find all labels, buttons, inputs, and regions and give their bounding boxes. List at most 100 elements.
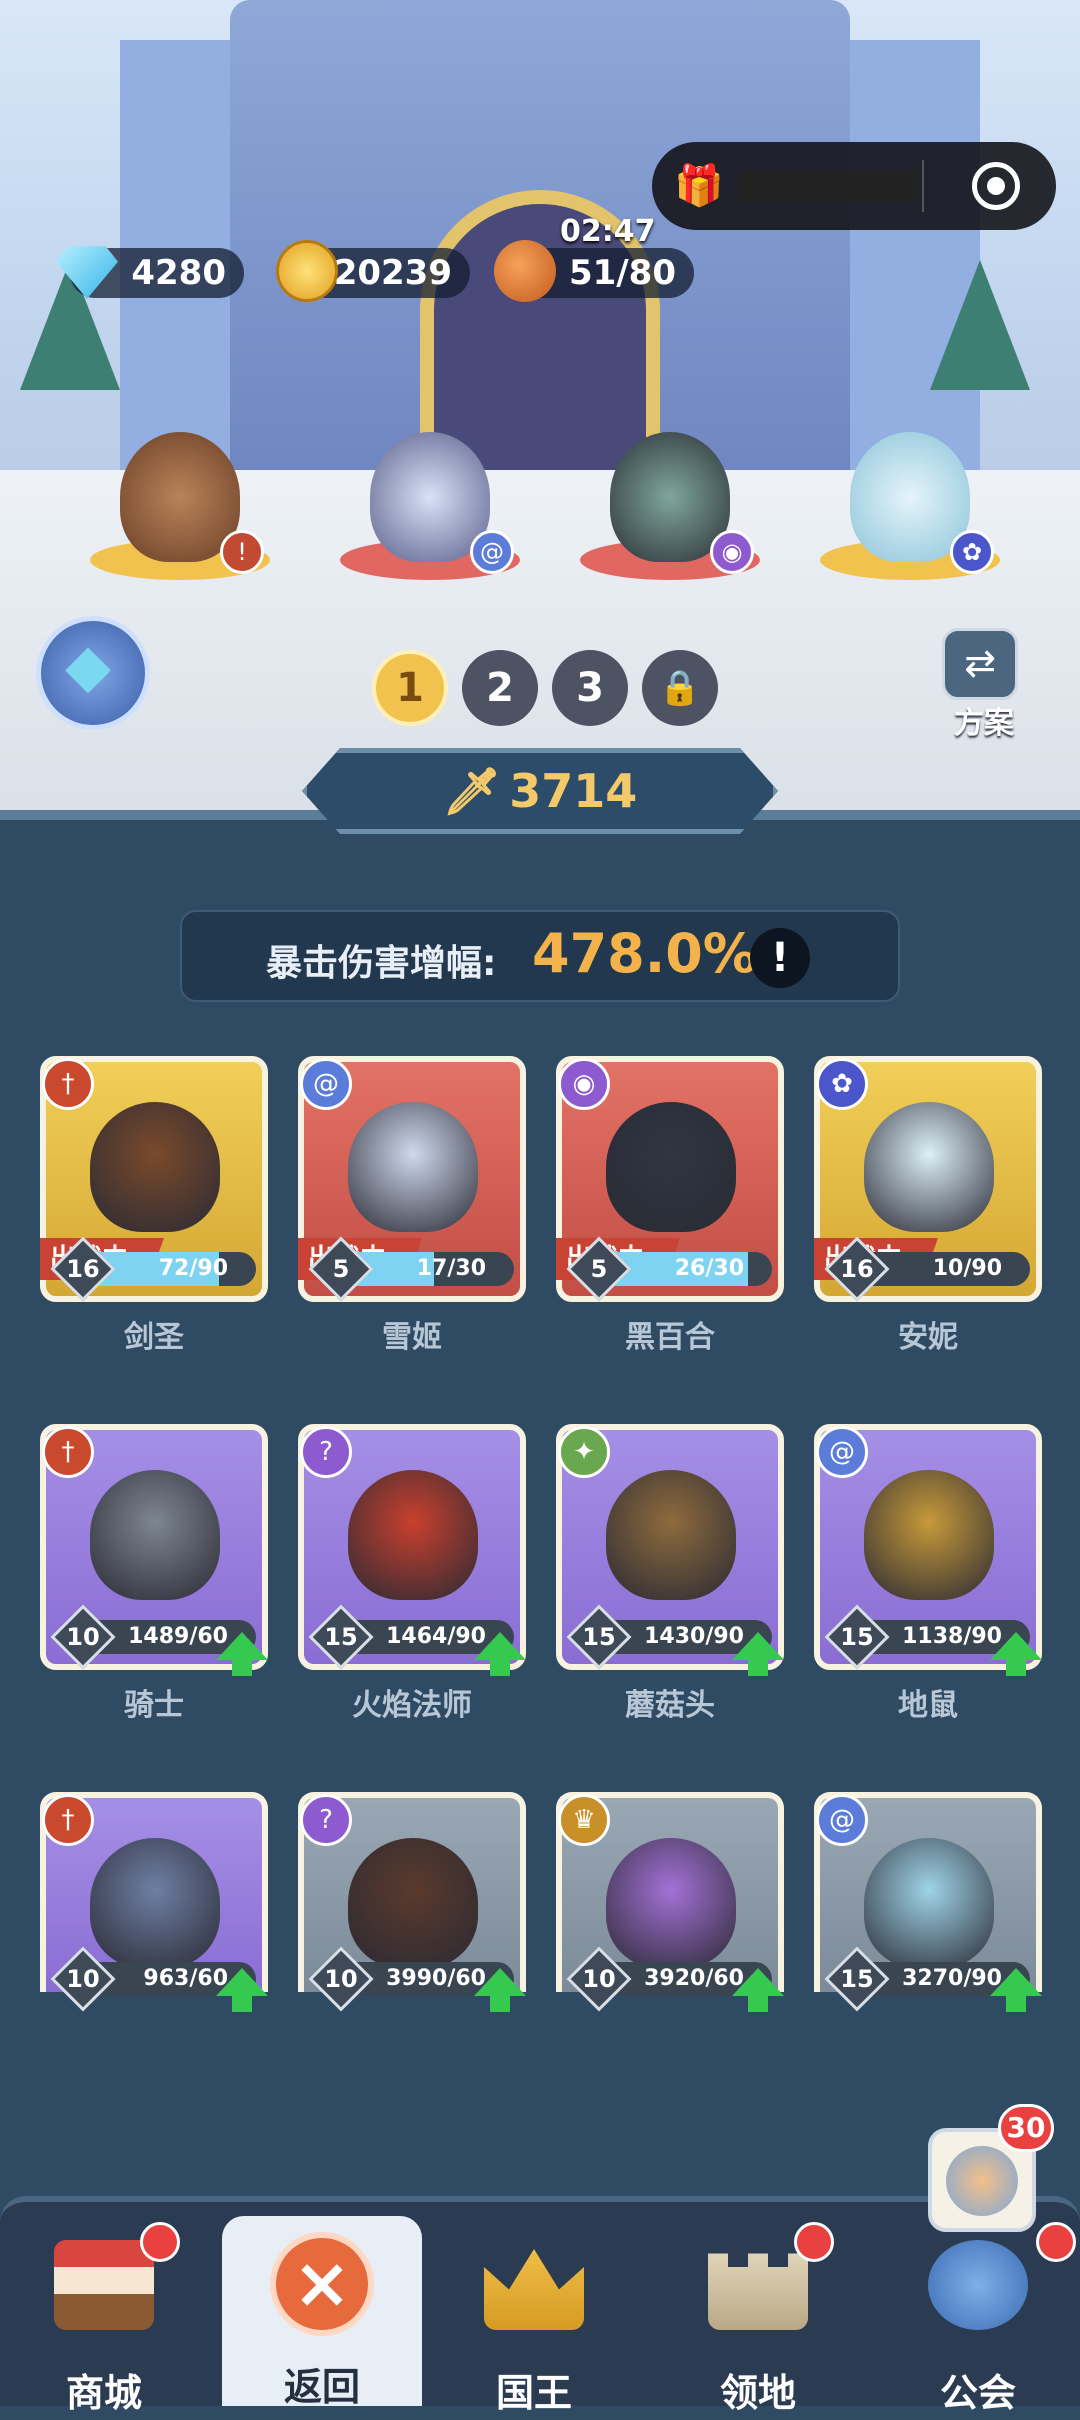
upgrade-arrow-icon <box>216 1632 268 1676</box>
shard-progress-text: 1489/60 <box>128 1624 228 1649</box>
hero-card[interactable]: ◉出战中26/305 <box>556 1056 784 1302</box>
crit-value: 478.0% <box>532 922 757 985</box>
nav-shop-label: 商城 <box>65 2371 142 2415</box>
hero-name: 黑百合 <box>625 1320 715 1355</box>
hero-portrait <box>864 1102 994 1232</box>
coin-icon <box>276 240 338 302</box>
hero-name: 火焰法师 <box>352 1688 472 1723</box>
hero-card[interactable]: † 1489/60 10 <box>40 1424 268 1676</box>
upgrade-arrow-icon <box>216 1968 268 2012</box>
shard-progress-text: 1138/90 <box>902 1624 1002 1649</box>
shard-progress-text: 17/30 <box>416 1256 486 1281</box>
hero-portrait <box>606 1102 736 1232</box>
hero-card[interactable]: † 963/60 10 <box>40 1792 268 2012</box>
plan-icon: ⇄ <box>942 628 1018 700</box>
sword-icon: ! <box>220 530 264 574</box>
hero-level: 10 <box>66 1623 100 1651</box>
crit-info-button[interactable]: ! <box>750 928 810 988</box>
eye-icon: ◉ <box>558 1058 610 1110</box>
guild-count-badge: 30 <box>998 2104 1054 2152</box>
staff-icon: ? <box>300 1794 352 1846</box>
shop-icon <box>54 2240 154 2330</box>
hero-portrait <box>348 1470 478 1600</box>
shard-progress-text: 72/90 <box>158 1256 228 1281</box>
hero-portrait <box>90 1102 220 1232</box>
hero-name: 蘑菇头 <box>625 1688 715 1723</box>
hero-portrait <box>606 1470 736 1600</box>
field-hero-4[interactable]: ✿ <box>820 410 1000 580</box>
hero-card[interactable]: ✦ 1430/90 15 <box>556 1424 784 1676</box>
castle <box>230 0 850 490</box>
crit-bonus-bar: 暴击伤害增幅: 478.0% ! <box>180 910 900 1002</box>
notification-dot <box>794 2222 834 2262</box>
nav-back-label: 返回 <box>283 2365 360 2409</box>
field-hero-1[interactable]: ! <box>90 410 270 580</box>
redacted-area <box>738 170 918 202</box>
hero-card[interactable]: ♛ 3920/60 10 <box>556 1792 784 2012</box>
upgrade-arrow-icon <box>474 1632 526 1676</box>
hero-portrait <box>348 1838 478 1968</box>
hero-name: 骑士 <box>124 1688 184 1723</box>
swirl-icon: @ <box>816 1794 868 1846</box>
team-slot-3[interactable]: 3 <box>552 650 628 726</box>
plan-button[interactable]: ⇄ 方案 <box>942 628 1022 741</box>
gem-counter[interactable]: 4280 <box>56 246 244 299</box>
swirl-icon: @ <box>300 1058 352 1110</box>
hero-card[interactable]: @3270/90 15 <box>814 1792 1042 2012</box>
team-power: 🗡 3714 <box>302 748 778 834</box>
plan-label: 方案 <box>954 706 1014 741</box>
upgrade-arrow-icon <box>732 1968 784 2012</box>
hero-level: 10 <box>66 1965 100 1993</box>
hero-card[interactable]: @1138/90 15 <box>814 1424 1042 1676</box>
crit-label: 暴击伤害增幅: <box>266 943 497 984</box>
notification-dot <box>140 2222 180 2262</box>
close-icon: × <box>270 2232 374 2336</box>
shard-progress-text: 3920/60 <box>644 1966 744 1991</box>
crown-icon: ♛ <box>558 1794 610 1846</box>
field-hero-3[interactable]: ◉ <box>580 410 760 580</box>
hero-card[interactable]: ? 3990/60 10 <box>298 1792 526 2012</box>
paw-icon: ✿ <box>950 530 994 574</box>
nav-territory[interactable]: 领地 <box>658 2222 858 2415</box>
stamina-counter[interactable]: 51/80 <box>494 240 694 302</box>
miniprogram-capsule: 🎁 <box>652 142 1056 230</box>
close-target-icon[interactable] <box>972 162 1020 210</box>
nav-king[interactable]: 国王 <box>434 2222 634 2415</box>
shard-progress-text: 3990/60 <box>386 1966 486 1991</box>
hero-level: 15 <box>324 1623 358 1651</box>
hero-card[interactable]: ✿出战中10/9016 <box>814 1056 1042 1302</box>
sword-icon: † <box>42 1426 94 1478</box>
nav-shop[interactable]: 商城 <box>4 2222 204 2415</box>
hero-name: 剑圣 <box>124 1320 184 1355</box>
hero-card[interactable]: †出战中72/9016 <box>40 1056 268 1302</box>
nav-guild[interactable]: 公会 <box>878 2222 1078 2415</box>
hero-level: 16 <box>66 1255 100 1283</box>
field-hero-2[interactable]: @ <box>340 410 520 580</box>
hero-level: 15 <box>582 1623 616 1651</box>
team-slot-2[interactable]: 2 <box>462 650 538 726</box>
hero-card[interactable]: @出战中17/305 <box>298 1056 526 1302</box>
upgrade-arrow-icon <box>732 1632 784 1676</box>
coin-counter[interactable]: 20239 <box>276 240 470 302</box>
nav-back[interactable]: × 返回 <box>222 2216 422 2409</box>
team-slot-1[interactable]: 1 <box>372 650 448 726</box>
list-fade <box>0 2040 1080 2160</box>
stamina-timer: 02:47 <box>560 214 656 249</box>
formation-emblem[interactable] <box>36 616 150 730</box>
hero-card[interactable]: ? 1464/90 15 <box>298 1424 526 1676</box>
nav-king-label: 国王 <box>495 2371 572 2415</box>
upgrade-arrow-icon <box>990 1968 1042 2012</box>
sword-icon: † <box>42 1058 94 1110</box>
coin-value: 20239 <box>333 253 452 293</box>
hero-portrait <box>348 1102 478 1232</box>
guild-handshake-popup[interactable]: 30 <box>928 2104 1054 2232</box>
team-slot-locked[interactable]: 🔒 <box>642 650 718 726</box>
sword-icon: † <box>42 1794 94 1846</box>
bottom-nav: 商城 × 返回 国王 领地 公会 <box>0 2196 1080 2415</box>
hero-portrait <box>864 1470 994 1600</box>
gift-icon[interactable]: 🎁 <box>674 164 724 208</box>
star-icon: ✦ <box>558 1426 610 1478</box>
stamina-value: 51/80 <box>568 253 676 293</box>
upgrade-arrow-icon <box>990 1632 1042 1676</box>
shard-progress-text: 1464/90 <box>386 1624 486 1649</box>
